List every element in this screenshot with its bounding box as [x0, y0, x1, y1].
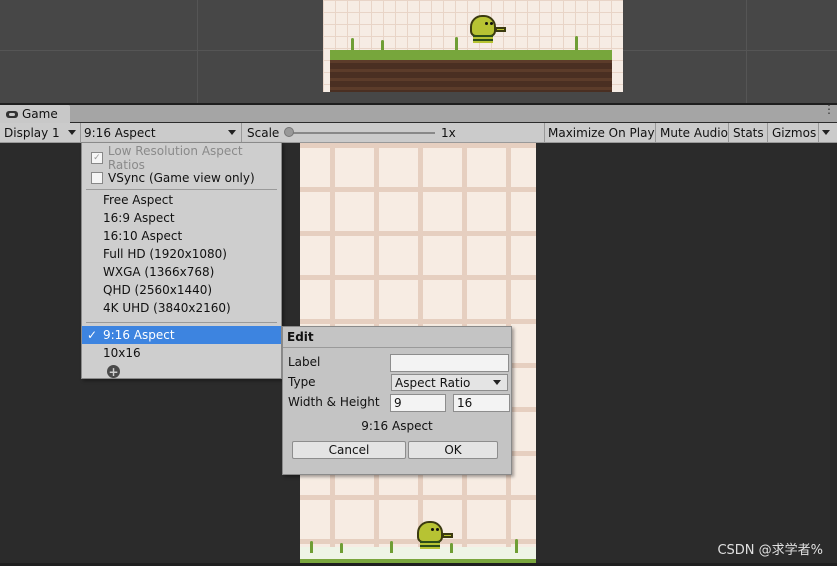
scene-ground-soil [330, 60, 612, 92]
grass-blade [390, 541, 393, 553]
label-field-label: Label [288, 355, 321, 369]
aspect-preview-label: 9:16 Aspect [361, 419, 433, 433]
grass-blade [515, 539, 518, 553]
toolbar-divider [655, 123, 656, 142]
display-dropdown-label: Display 1 [4, 125, 60, 140]
toolbar-divider [544, 123, 545, 142]
menu-divider [86, 189, 277, 190]
scene-ground-grass [330, 50, 612, 60]
width-input[interactable]: 9 [390, 394, 446, 412]
menu-item-16-9[interactable]: 16:9 Aspect [82, 209, 302, 227]
toolbar-divider [241, 123, 242, 142]
menu-item-full-hd[interactable]: Full HD (1920x1080) [82, 245, 302, 263]
doodle-eye [431, 528, 434, 531]
edit-divider [283, 347, 511, 348]
doodle-character [470, 15, 496, 37]
menu-divider [86, 322, 277, 323]
checkmark-icon: ✓ [87, 328, 98, 342]
doodle-nose [495, 27, 506, 32]
doodle-eye [490, 22, 493, 25]
menu-item-wxga[interactable]: WXGA (1366x768) [82, 263, 302, 281]
doodle-character [417, 521, 443, 543]
game-ground [300, 547, 536, 563]
scene-grid-line [746, 0, 747, 103]
grass-blade [450, 543, 453, 553]
toolbar-divider [80, 123, 81, 142]
type-select-value: Aspect Ratio [395, 375, 471, 390]
height-input[interactable]: 16 [453, 394, 510, 412]
aspect-menu: ✓ Low Resolution Aspect Ratios VSync (Ga… [81, 142, 282, 379]
cancel-button[interactable]: Cancel [292, 441, 406, 459]
grass-blade [455, 37, 458, 50]
chevron-down-icon [493, 380, 501, 385]
tab-game[interactable]: Game [0, 105, 70, 123]
aspect-dropdown-label: 9:16 Aspect [84, 125, 156, 140]
gizmos-dropdown[interactable] [822, 123, 830, 142]
scale-label: Scale [247, 125, 280, 140]
toolbar-divider [728, 123, 729, 142]
doodle-nose [442, 533, 453, 538]
display-dropdown[interactable]: Display 1 [4, 123, 78, 142]
low-resolution-label: Low Resolution Aspect Ratios [107, 144, 243, 172]
toolbar-divider [767, 123, 768, 142]
tab-bar [0, 105, 837, 122]
vsync-label: VSync (Game view only) [108, 171, 255, 185]
tab-game-label: Game [22, 107, 58, 121]
add-icon[interactable]: + [107, 365, 120, 378]
doodle-eye [485, 22, 488, 25]
menu-item-4k-uhd[interactable]: 4K UHD (3840x2160) [82, 299, 302, 317]
edit-title: Edit [287, 330, 314, 344]
menu-item-9-16-selected[interactable]: ✓ 9:16 Aspect [82, 326, 281, 344]
doodle-legs [473, 35, 493, 43]
checkbox: ✓ [91, 152, 103, 164]
scale-slider-handle[interactable] [284, 127, 294, 137]
type-field-label: Type [288, 375, 316, 389]
scene-camera-frame [323, 0, 623, 92]
mute-audio-toggle[interactable]: Mute Audio [660, 123, 728, 142]
gizmos-toggle[interactable]: Gizmos [772, 123, 816, 142]
maximize-on-play-toggle[interactable]: Maximize On Play [548, 123, 655, 142]
scene-grid-line [197, 0, 198, 103]
low-resolution-option: ✓ Low Resolution Aspect Ratios [82, 144, 281, 172]
menu-item-label: 9:16 Aspect [103, 328, 175, 342]
menu-item-free-aspect[interactable]: Free Aspect [82, 191, 302, 209]
grass-blade [310, 541, 313, 553]
scale-value: 1x [441, 125, 456, 140]
gamepad-icon [6, 110, 18, 118]
scale-slider-track[interactable] [290, 132, 435, 134]
more-options-icon[interactable]: ⋮ [823, 103, 835, 119]
label-input[interactable] [390, 354, 509, 372]
doodle-legs [420, 541, 440, 549]
toolbar-divider [818, 123, 819, 142]
checkbox[interactable] [91, 172, 103, 184]
grass-blade [381, 40, 384, 50]
grass-blade [340, 543, 343, 553]
chevron-down-icon [228, 130, 236, 135]
grass-blade [351, 38, 354, 50]
doodle-eye [436, 528, 439, 531]
menu-item-16-10[interactable]: 16:10 Aspect [82, 227, 302, 245]
chevron-down-icon [68, 130, 76, 135]
edit-aspect-panel: Edit Label Type Aspect Ratio Width & Hei… [282, 326, 512, 475]
chevron-down-icon [822, 130, 830, 135]
grass-blade [575, 36, 578, 50]
vsync-option[interactable]: VSync (Game view only) [82, 169, 281, 187]
width-height-label: Width & Height [288, 395, 380, 409]
menu-item-10x16[interactable]: 10x16 [82, 344, 302, 362]
watermark: CSDN @求学者% [717, 543, 823, 558]
ok-button[interactable]: OK [408, 441, 498, 459]
stats-toggle[interactable]: Stats [733, 123, 764, 142]
menu-item-qhd[interactable]: QHD (2560x1440) [82, 281, 302, 299]
aspect-dropdown[interactable]: 9:16 Aspect [84, 123, 238, 142]
type-select[interactable]: Aspect Ratio [391, 374, 508, 391]
